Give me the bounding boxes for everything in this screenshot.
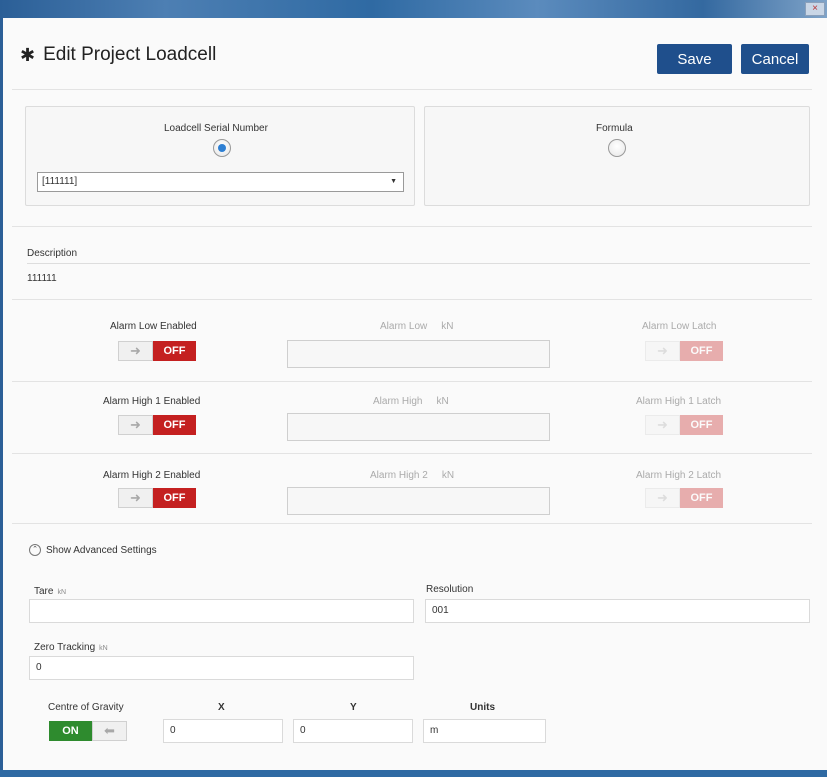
serial-number-radio[interactable] (213, 139, 231, 157)
alarm-high1-enabled-label: Alarm High 1 Enabled (103, 396, 201, 407)
window-bottom-border (0, 770, 827, 777)
alarm-high2-latch-toggle[interactable]: ➜ OFF (645, 488, 723, 508)
arrow-right-icon: ➜ (645, 488, 680, 508)
chevron-up-icon[interactable]: ⌃ (29, 544, 41, 556)
y-input[interactable]: 0 (293, 719, 413, 743)
x-input[interactable]: 0 (163, 719, 283, 743)
tare-label: Tare kN (34, 586, 67, 597)
alarm-high1-latch-label: Alarm High 1 Latch (636, 396, 722, 407)
arrow-right-icon: ➜ (118, 341, 153, 361)
window-title-bar: × (0, 0, 827, 18)
arrow-right-icon: ➜ (118, 488, 153, 508)
toggle-state: ON (49, 721, 92, 741)
zero-tracking-input[interactable]: 0 (29, 656, 414, 680)
alarm-low-latch-toggle[interactable]: ➜ OFF (645, 341, 723, 361)
divider (12, 523, 812, 524)
description-value[interactable]: 111111 (27, 273, 57, 284)
show-advanced-settings-link[interactable]: Show Advanced Settings (46, 545, 157, 556)
serial-number-label: Loadcell Serial Number (164, 123, 268, 134)
divider (12, 381, 812, 382)
chevron-down-icon: ▼ (390, 178, 397, 185)
alarm-high1-input[interactable] (287, 413, 550, 441)
resolution-label: Resolution (426, 584, 474, 595)
y-column-header: Y (350, 702, 357, 713)
toggle-state: OFF (153, 488, 196, 508)
description-underline (27, 263, 810, 264)
alarm-high1-latch-toggle[interactable]: ➜ OFF (645, 415, 723, 435)
page-title: Edit Project Loadcell (43, 44, 217, 65)
alarm-low-enabled-toggle[interactable]: ➜ OFF (118, 341, 196, 361)
cancel-button[interactable]: Cancel (741, 44, 809, 74)
centre-of-gravity-toggle[interactable]: ON ⬅ (49, 721, 127, 741)
divider (12, 453, 812, 454)
gear-icon: ✱ (20, 45, 36, 65)
alarm-high2-input[interactable] (287, 487, 550, 515)
toggle-state: OFF (153, 415, 196, 435)
arrow-right-icon: ➜ (645, 415, 680, 435)
arrow-right-icon: ➜ (645, 341, 680, 361)
arrow-right-icon: ➜ (118, 415, 153, 435)
toggle-state: OFF (680, 488, 723, 508)
toggle-state: OFF (153, 341, 196, 361)
description-label: Description (27, 248, 78, 259)
alarm-high1-enabled-toggle[interactable]: ➜ OFF (118, 415, 196, 435)
alarm-high2-enabled-label: Alarm High 2 Enabled (103, 470, 201, 481)
x-column-header: X (218, 702, 225, 713)
formula-radio[interactable] (608, 139, 626, 157)
serial-number-select[interactable]: [111111] ▼ (37, 172, 404, 192)
alarm-low-label: Alarm Low kN (380, 321, 454, 332)
alarm-low-input[interactable] (287, 340, 550, 368)
alarm-high1-label: Alarm High kN (373, 396, 449, 407)
window-close-icon[interactable]: × (805, 2, 825, 16)
serial-number-value: [111111] (42, 176, 78, 187)
alarm-high2-label: Alarm High 2 kN (370, 470, 455, 481)
alarm-high2-latch-label: Alarm High 2 Latch (636, 470, 722, 481)
divider (12, 226, 812, 227)
tare-input[interactable] (29, 599, 414, 623)
units-input[interactable]: m (423, 719, 546, 743)
resolution-input[interactable]: 001 (425, 599, 810, 623)
alarm-low-enabled-label: Alarm Low Enabled (110, 321, 197, 332)
alarm-low-latch-label: Alarm Low Latch (642, 321, 717, 332)
formula-label: Formula (596, 123, 633, 134)
units-column-header: Units (470, 702, 495, 713)
alarm-high2-enabled-toggle[interactable]: ➜ OFF (118, 488, 196, 508)
toggle-state: OFF (680, 415, 723, 435)
divider (12, 89, 812, 90)
dialog-header: ✱ Edit Project Loadcell (20, 40, 216, 70)
divider (12, 299, 812, 300)
centre-of-gravity-label: Centre of Gravity (48, 702, 124, 713)
toggle-state: OFF (680, 341, 723, 361)
zero-tracking-label: Zero Tracking kN (34, 642, 108, 653)
save-button[interactable]: Save (657, 44, 732, 74)
arrow-left-icon: ⬅ (92, 721, 127, 741)
